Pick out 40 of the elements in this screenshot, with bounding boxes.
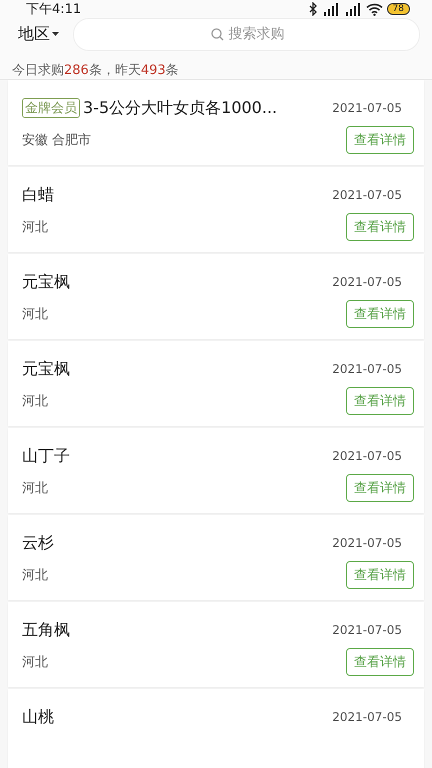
item-title: 元宝枫 [22, 272, 70, 292]
battery-level: 78 [386, 3, 410, 15]
item-date: 2021-07-05 [332, 449, 402, 463]
item-location: 河北 [22, 219, 48, 236]
item-location: 河北 [22, 654, 48, 671]
item-title: 云杉 [22, 532, 54, 554]
details-button[interactable]: 查看详情 [346, 213, 414, 241]
item-title: 山桃 [22, 706, 54, 728]
details-button[interactable]: 查看详情 [346, 561, 414, 589]
item-date: 2021-07-05 [332, 536, 402, 550]
item-title: 3-5公分大叶女贞各1000... [83, 98, 278, 118]
item-date: 2021-07-05 [332, 275, 402, 289]
item-location: 河北 [22, 306, 48, 323]
item-title: 元宝枫 [22, 358, 70, 380]
bluetooth-icon [308, 2, 318, 16]
item-date: 2021-07-05 [332, 710, 402, 724]
item-title: 山丁子 [22, 446, 70, 466]
member-badge: 金牌会员 [22, 98, 80, 118]
wifi-icon [366, 2, 383, 16]
item-location: 安徽 合肥市 [22, 132, 92, 149]
item-date: 2021-07-05 [332, 101, 402, 115]
clock-time: 下午4:11 [26, 1, 82, 18]
details-button[interactable]: 查看详情 [346, 126, 414, 154]
details-button[interactable]: 查看详情 [346, 300, 414, 328]
details-button[interactable]: 查看详情 [346, 648, 414, 676]
item-title: 五角枫 [22, 620, 70, 640]
details-button[interactable]: 查看详情 [346, 387, 414, 415]
item-date: 2021-07-05 [332, 362, 402, 376]
search-field[interactable]: 搜索求购 [73, 18, 420, 50]
item-location: 河北 [22, 480, 48, 497]
item-date: 2021-07-05 [332, 623, 402, 637]
item-date: 2021-07-05 [332, 188, 402, 202]
item-location: 河北 [22, 567, 48, 584]
item-title: 白蜡 [22, 184, 54, 206]
signal-icon [322, 2, 340, 16]
details-button[interactable]: 查看详情 [346, 474, 414, 502]
caret-icon [52, 32, 59, 36]
region-dropdown[interactable]: 地区 [18, 24, 59, 44]
signal-icon [344, 2, 362, 16]
item-location: 河北 [22, 393, 48, 410]
